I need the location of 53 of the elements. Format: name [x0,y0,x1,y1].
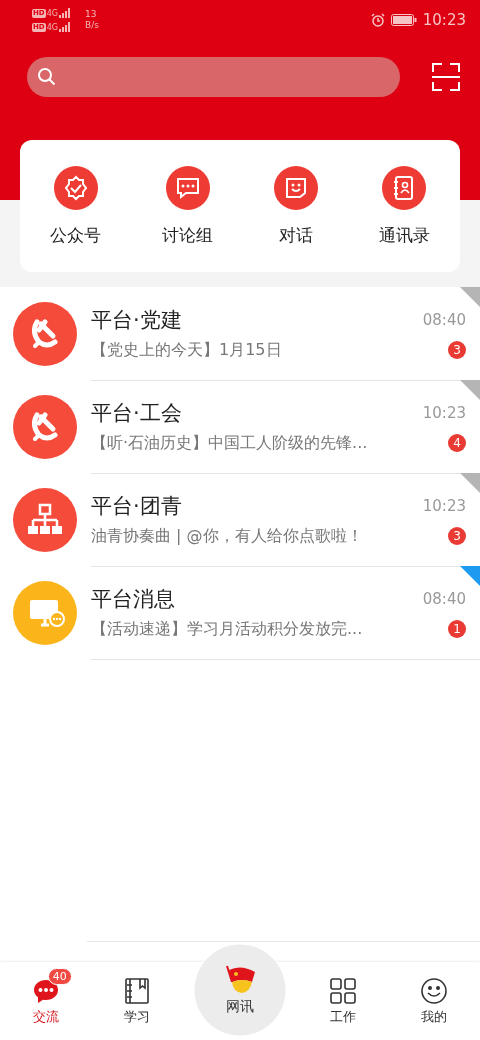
unread-count: 3 [448,341,466,359]
signal-icon [58,22,71,32]
quick-action[interactable]: 讨论组 [156,165,220,247]
org-chart-icon [13,487,77,552]
conversation-item[interactable]: 平台·工会 10:23 【听·石油历史】中国工人阶级的先锋... 4 [0,380,480,473]
conversation-title: 平台·党建 [91,306,182,334]
conversation-title: 平台·工会 [91,399,182,427]
speed-unit: B/s [84,20,99,31]
message-preview: 【活动速递】学习月活动积分发放完... [91,618,363,640]
message-time: 10:23 [422,403,466,422]
message-time: 10:23 [422,496,466,515]
signal-icon [58,8,71,18]
smiley-icon [421,978,448,1004]
conversation-item[interactable]: 平台消息 08:40 【活动速递】学习月活动积分发放完... 1 [0,566,480,659]
message-time: 08:40 [422,310,466,329]
quick-action[interactable]: 对话 [267,165,324,247]
message-preview: 油青协奏曲 | @你，有人给你点歌啦！ [91,525,363,547]
battery-icon [390,14,417,26]
clock-time: 10:23 [422,11,466,29]
nav-tab[interactable]: 网讯 [194,944,286,1036]
nav-tab[interactable]: 学习 [102,978,173,1026]
quick-action[interactable]: 公众号 [44,165,108,247]
chat-icon [165,165,210,210]
nav-tab[interactable]: 我的 [399,978,470,1026]
conversation-title: 平台消息 [91,585,175,613]
alarm-icon [370,13,385,27]
nav-tab[interactable]: 工作 [307,978,378,1026]
contacts-book-icon [382,165,427,210]
message-time: 08:40 [422,589,466,608]
book-icon [125,978,150,1004]
monitor-chat-icon [13,580,77,645]
conversation-title: 平台·团青 [91,492,182,520]
conversation-item[interactable]: 平台·团青 10:23 油青协奏曲 | @你，有人给你点歌啦！ 3 [0,473,480,566]
conversation-item[interactable]: 平台·党建 08:40 【党史上的今天】1月15日 3 [0,287,480,380]
unread-count: 1 [448,620,466,638]
badge-check-icon [53,165,98,210]
unread-count: 3 [448,527,466,545]
flag-badge-icon [223,964,257,994]
search-field[interactable] [27,57,400,97]
chat-bubble-icon [31,978,60,1004]
message-preview: 【党史上的今天】1月15日 [91,339,282,361]
smile-chat-icon [273,165,318,210]
unread-badge: 40 [47,968,72,985]
nav-tab[interactable]: 40 交流 [10,966,81,1026]
quick-action[interactable]: 通讯录 [372,165,436,247]
network-label: 4G [46,9,58,18]
network-label: 4G [46,23,58,32]
search-icon [37,67,57,87]
grid-icon [329,978,356,1004]
unread-count: 4 [448,434,466,452]
scan-icon[interactable] [432,63,460,91]
speed-value: 13 [84,9,98,20]
message-preview: 【听·石油历史】中国工人阶级的先锋... [91,432,368,454]
